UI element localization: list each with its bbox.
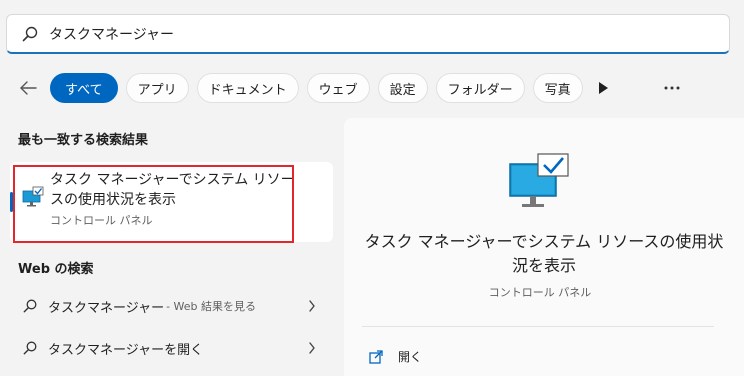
filter-chip-web[interactable]: ウェブ	[306, 73, 370, 103]
open-label: 開く	[398, 350, 423, 364]
search-icon	[23, 299, 37, 313]
preview-title: タスク マネージャーでシステム リソースの使用状況を表示	[364, 232, 724, 275]
divider	[362, 326, 714, 327]
filter-chip-all[interactable]: すべて	[50, 73, 118, 103]
search-input[interactable]	[49, 25, 689, 42]
filter-chip-settings[interactable]: 設定	[377, 73, 428, 103]
web-result-item[interactable]: タスクマネージャーを開く	[10, 328, 333, 368]
more-filters-button[interactable]	[595, 73, 611, 103]
web-result-suffix: - Web 結果を見る	[166, 300, 257, 313]
preview-panel: タスク マネージャーでシステム リソースの使用状況を表示 コントロール パネル …	[344, 118, 744, 376]
selection-indicator	[10, 192, 13, 212]
filter-bar: すべて アプリ ドキュメント ウェブ 設定 フォルダー 写真	[14, 72, 611, 104]
open-button[interactable]: 開く	[368, 348, 422, 365]
ellipsis-icon	[664, 86, 680, 90]
web-search-heading: Web の検索	[18, 262, 94, 277]
search-icon	[23, 341, 37, 355]
filter-chip-apps[interactable]: アプリ	[125, 73, 189, 103]
chevron-right-icon	[309, 300, 315, 312]
back-arrow-icon	[20, 81, 37, 95]
search-icon	[22, 26, 38, 41]
best-match-heading: 最も一致する検索結果	[18, 133, 149, 148]
chevron-right-icon	[309, 342, 315, 354]
filter-chip-photos[interactable]: 写真	[532, 73, 583, 103]
web-result-text: タスクマネージャー	[48, 300, 165, 316]
open-external-icon	[369, 349, 383, 364]
more-options-button[interactable]	[660, 78, 684, 98]
play-more-icon	[598, 82, 608, 94]
back-button[interactable]	[14, 74, 42, 102]
search-window: すべて アプリ ドキュメント ウェブ 設定 フォルダー 写真 最も一致する検索結…	[0, 0, 744, 376]
web-result-item[interactable]: タスクマネージャー - Web 結果を見る	[10, 286, 333, 326]
filter-chip-documents[interactable]: ドキュメント	[196, 73, 299, 103]
web-result-text: タスクマネージャーを開く	[48, 342, 204, 358]
monitor-check-icon	[509, 153, 569, 207]
filter-chip-folders[interactable]: フォルダー	[435, 73, 525, 103]
best-match-subtitle: コントロール パネル	[50, 214, 153, 227]
preview-subtitle: コントロール パネル	[488, 286, 592, 299]
search-bar[interactable]	[6, 14, 730, 54]
best-match-item[interactable]: タスク マネージャーでシステム リソースの使用状況を表示 コントロール パネル	[10, 162, 333, 242]
best-match-title: タスク マネージャーでシステム リソースの使用状況を表示	[50, 172, 295, 208]
monitor-check-icon	[22, 186, 44, 207]
